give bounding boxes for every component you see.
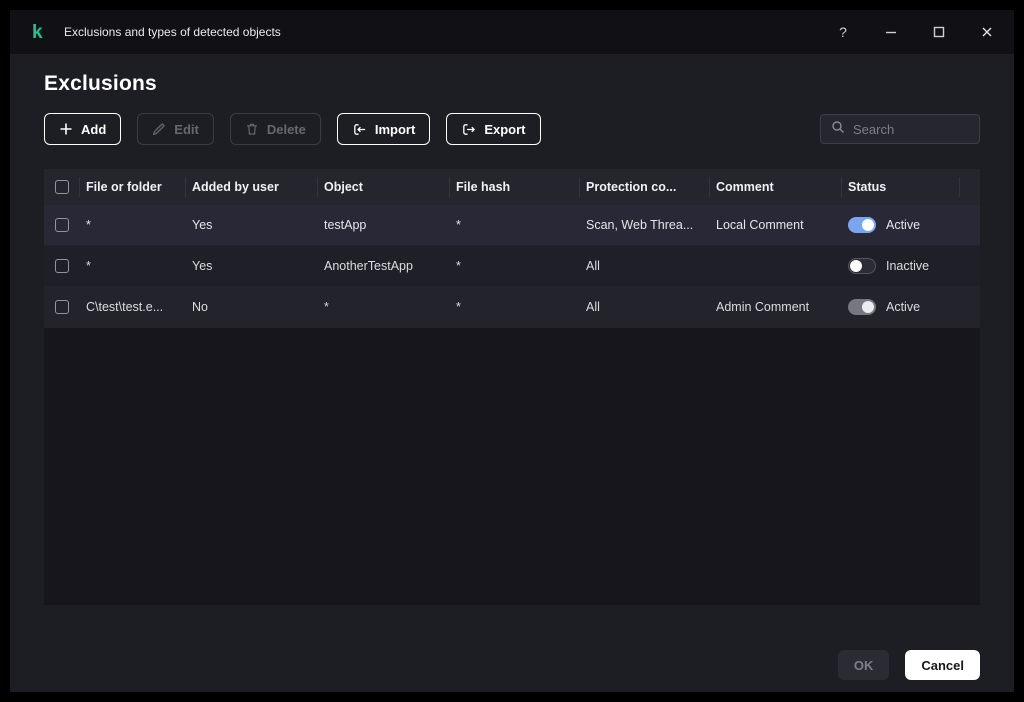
- dialog-footer: OK Cancel: [44, 650, 980, 680]
- table-header: File or folder Added by user Object File…: [44, 169, 980, 205]
- cell-added-by-user: Yes: [186, 259, 318, 273]
- import-icon: [352, 122, 367, 137]
- table-row[interactable]: * Yes AnotherTestApp * All Inactive: [44, 246, 980, 287]
- window-title: Exclusions and types of detected objects: [64, 25, 281, 39]
- select-all-cell: [44, 177, 80, 197]
- status-label: Active: [886, 300, 920, 314]
- cell-comment: Admin Comment: [710, 300, 842, 314]
- col-object[interactable]: Object: [318, 177, 450, 197]
- cell-comment: Local Comment: [710, 218, 842, 232]
- col-status[interactable]: Status: [842, 177, 960, 197]
- cell-protection: All: [580, 300, 710, 314]
- status-toggle[interactable]: [848, 299, 876, 315]
- col-file-or-folder[interactable]: File or folder: [80, 177, 186, 197]
- cell-status: Inactive: [842, 258, 960, 274]
- cancel-button[interactable]: Cancel: [905, 650, 980, 680]
- status-toggle[interactable]: [848, 217, 876, 233]
- help-icon[interactable]: ?: [830, 19, 856, 45]
- col-comment[interactable]: Comment: [710, 177, 842, 197]
- cell-protection: Scan, Web Threa...: [580, 218, 710, 232]
- cell-status: Active: [842, 299, 960, 315]
- col-file-hash[interactable]: File hash: [450, 177, 580, 197]
- export-icon: [461, 122, 476, 137]
- row-checkbox[interactable]: [55, 218, 69, 232]
- table-row[interactable]: * Yes testApp * Scan, Web Threa... Local…: [44, 205, 980, 246]
- delete-button-label: Delete: [267, 122, 306, 137]
- export-button[interactable]: Export: [446, 113, 540, 145]
- exclusions-table: File or folder Added by user Object File…: [44, 169, 980, 605]
- plus-icon: [59, 122, 73, 136]
- status-label: Active: [886, 218, 920, 232]
- col-filler: [960, 177, 980, 197]
- import-button[interactable]: Import: [337, 113, 430, 145]
- cell-file-or-folder: *: [80, 218, 186, 232]
- cell-added-by-user: Yes: [186, 218, 318, 232]
- ok-button[interactable]: OK: [838, 650, 890, 680]
- cell-file-hash: *: [450, 300, 580, 314]
- window-controls: ?: [830, 19, 1000, 45]
- page-title: Exclusions: [44, 72, 980, 96]
- cell-file-hash: *: [450, 218, 580, 232]
- cell-file-or-folder: C\test\test.e...: [80, 300, 186, 314]
- cell-file-or-folder: *: [80, 259, 186, 273]
- cell-object: AnotherTestApp: [318, 259, 450, 273]
- titlebar: k Exclusions and types of detected objec…: [10, 10, 1014, 54]
- cell-object: testApp: [318, 218, 450, 232]
- row-checkbox[interactable]: [55, 259, 69, 273]
- minimize-icon[interactable]: [878, 19, 904, 45]
- maximize-icon[interactable]: [926, 19, 952, 45]
- pencil-icon: [152, 122, 166, 136]
- cell-status: Active: [842, 217, 960, 233]
- add-button-label: Add: [81, 122, 106, 137]
- select-all-checkbox[interactable]: [55, 180, 69, 194]
- cell-added-by-user: No: [186, 300, 318, 314]
- row-checkbox[interactable]: [55, 300, 69, 314]
- col-protection[interactable]: Protection co...: [580, 177, 710, 197]
- search-input[interactable]: [853, 122, 969, 137]
- edit-button-label: Edit: [174, 122, 199, 137]
- search-box: [820, 114, 980, 144]
- col-added-by-user[interactable]: Added by user: [186, 177, 318, 197]
- kaspersky-logo-icon: k: [32, 23, 50, 42]
- status-label: Inactive: [886, 259, 929, 273]
- status-toggle[interactable]: [848, 258, 876, 274]
- cell-file-hash: *: [450, 259, 580, 273]
- add-button[interactable]: Add: [44, 113, 121, 145]
- close-icon[interactable]: [974, 19, 1000, 45]
- edit-button[interactable]: Edit: [137, 113, 214, 145]
- import-button-label: Import: [375, 122, 415, 137]
- cell-object: *: [318, 300, 450, 314]
- exclusions-dialog: k Exclusions and types of detected objec…: [10, 10, 1014, 692]
- toolbar: Add Edit Delete Import: [44, 113, 980, 145]
- export-button-label: Export: [484, 122, 525, 137]
- search-icon: [831, 120, 845, 139]
- delete-button[interactable]: Delete: [230, 113, 321, 145]
- table-body: * Yes testApp * Scan, Web Threa... Local…: [44, 205, 980, 328]
- cell-protection: All: [580, 259, 710, 273]
- table-row[interactable]: C\test\test.e... No * * All Admin Commen…: [44, 287, 980, 328]
- trash-icon: [245, 122, 259, 136]
